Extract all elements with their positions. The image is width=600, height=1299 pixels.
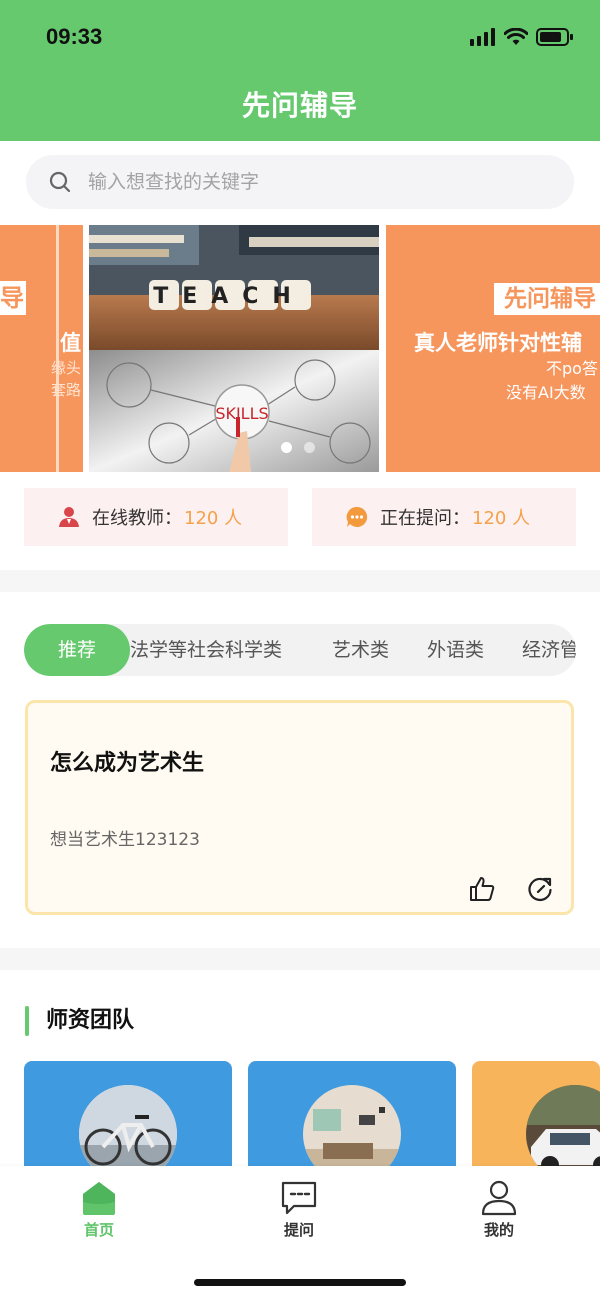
search-bar[interactable] — [26, 155, 574, 209]
app-title: 先问辅导 — [241, 89, 358, 122]
search-input[interactable] — [88, 171, 528, 193]
nav-mine[interactable]: 我的 — [439, 1166, 559, 1246]
user-icon — [481, 1180, 517, 1216]
section-divider — [0, 570, 600, 592]
section-title-teachers: 师资团队 — [46, 1008, 135, 1033]
online-teachers-value: 120 人 — [184, 508, 243, 529]
teacher-avatar — [303, 1085, 401, 1171]
teacher-avatar — [526, 1085, 600, 1171]
skills-text: SKILLS — [215, 404, 268, 423]
home-icon — [83, 1182, 115, 1215]
question-description: 想当艺术生123123 — [50, 830, 200, 850]
teacher-avatar — [79, 1085, 177, 1171]
asking-now-label: 正在提问： — [380, 508, 470, 529]
banner-slide-next[interactable]: 先问辅导 真人老师针对性辅 不po答 没有AI大数 — [386, 225, 600, 472]
category-tabs: 推荐 法学等社会科学类 艺术类 外语类 经济管 — [24, 624, 576, 676]
banner-slide-current[interactable]: TEACH SKILLS — [89, 225, 379, 472]
wifi-icon — [504, 28, 528, 45]
teacher-card[interactable] — [248, 1061, 456, 1171]
banner-prev-tag: 导 — [0, 281, 26, 315]
refresh-icon[interactable] — [526, 875, 554, 903]
nav-ask[interactable]: 提问 — [239, 1166, 359, 1246]
search-icon — [49, 171, 71, 193]
status-icons — [470, 26, 574, 48]
room-image — [303, 1085, 401, 1171]
banner-stripe — [56, 225, 59, 472]
teacher-card[interactable] — [24, 1061, 232, 1171]
status-time: 09:33 — [46, 24, 103, 49]
online-teachers-stat: 在线教师： 120 人 — [24, 488, 288, 546]
chat-bubble-icon — [346, 506, 368, 527]
teach-skills-image: TEACH SKILLS — [89, 225, 379, 472]
tab-art[interactable]: 艺术类 — [332, 624, 389, 676]
message-icon — [281, 1181, 317, 1215]
online-teachers-label: 在线教师： — [92, 508, 182, 529]
asking-now-stat: 正在提问： 120 人 — [312, 488, 576, 546]
banner-next-line1: 真人老师针对性辅 — [414, 331, 582, 355]
car-image — [526, 1085, 600, 1171]
bicycle-image — [79, 1085, 177, 1171]
banner-prev-line2: 缘头 — [50, 359, 81, 377]
tab-recommended[interactable]: 推荐 — [24, 624, 130, 676]
home-indicator — [194, 1279, 406, 1286]
asking-now-value: 120 人 — [472, 508, 531, 529]
app-header: 09:33 先问辅导 — [0, 0, 600, 141]
banner-next-line3: 没有AI大数 — [506, 383, 586, 402]
teacher-icon — [59, 507, 79, 527]
thumbs-up-icon[interactable] — [468, 875, 496, 903]
teach-text: TEACH — [153, 284, 305, 309]
banner-pagination — [281, 442, 315, 453]
banner-next-tag: 先问辅导 — [494, 283, 600, 315]
banner-next-line2: 不po答 — [546, 359, 598, 378]
banner-prev-line1: 值 — [60, 331, 81, 355]
section-accent-bar — [25, 1006, 29, 1036]
question-card[interactable]: 怎么成为艺术生 想当艺术生123123 — [25, 700, 574, 915]
nav-home[interactable]: 首页 — [39, 1166, 159, 1246]
battery-icon — [536, 28, 573, 46]
tab-foreign-language[interactable]: 外语类 — [427, 624, 484, 676]
nav-home-label: 首页 — [83, 1221, 114, 1239]
nav-mine-label: 我的 — [483, 1221, 514, 1239]
section-divider — [0, 948, 600, 970]
banner-slide-prev[interactable]: 导 值 缘头 套路 — [0, 225, 83, 472]
question-title: 怎么成为艺术生 — [50, 751, 205, 776]
signal-icon — [470, 28, 495, 46]
nav-ask-label: 提问 — [283, 1221, 314, 1239]
teacher-card[interactable] — [472, 1061, 600, 1171]
banner-prev-line3: 套路 — [50, 381, 81, 399]
tab-economics[interactable]: 经济管 — [522, 624, 576, 676]
tab-law-social-science[interactable]: 法学等社会科学类 — [130, 624, 282, 676]
banner-dot-2[interactable] — [304, 442, 315, 453]
banner-dot-1[interactable] — [281, 442, 292, 453]
